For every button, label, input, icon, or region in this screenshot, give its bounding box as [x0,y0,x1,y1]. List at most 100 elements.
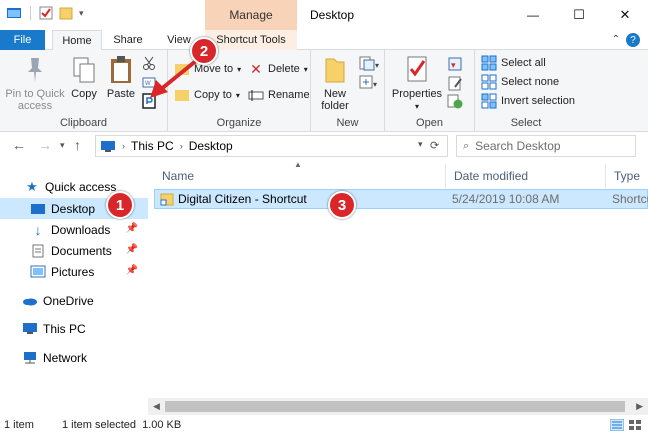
this-pc-icon [101,140,115,152]
close-button[interactable]: ✕ [602,0,648,30]
scrollbar-thumb[interactable] [165,401,625,412]
tab-file[interactable]: File [0,30,45,50]
file-list: ▲ Name Date modified Type Digital Citize… [148,160,648,398]
large-icons-view-icon[interactable] [628,419,642,431]
rename-label: Rename [268,89,310,101]
back-arrow-icon[interactable]: ← [12,137,26,153]
tab-share[interactable]: Share [104,30,152,50]
pin-to-quick-access-button[interactable]: Pin to Quick access [4,54,66,112]
select-none-label: Select none [501,76,560,88]
invert-selection-button[interactable]: Invert selection [481,92,575,110]
svg-text:▾: ▾ [373,80,377,89]
tab-home[interactable]: Home [52,30,102,51]
new-item-icon[interactable]: ▾ [359,56,379,72]
select-none-button[interactable]: Select none [481,73,559,91]
qat-dropdown-icon[interactable]: ▾ [79,8,84,19]
pictures-icon [30,265,46,278]
copy-icon [73,57,95,83]
copy-button[interactable]: Copy [68,54,100,100]
invert-selection-label: Invert selection [501,95,575,107]
select-none-icon [481,74,497,90]
details-view-icon[interactable] [610,419,624,431]
select-all-label: Select all [501,57,546,69]
new-folder-button[interactable]: New folder [315,54,355,112]
new-group-label: New [336,117,359,129]
nav-documents-label: Documents [51,243,112,258]
rename-icon [248,90,264,101]
delete-label: Delete [268,63,300,75]
star-icon: ★ [26,178,38,194]
nav-pictures[interactable]: Pictures 📌 [0,261,148,282]
organize-group-label: Organize [216,117,262,129]
easy-access-icon[interactable]: ▾ [359,75,379,91]
minimize-button[interactable]: — [510,0,556,30]
address-dropdown-icon[interactable]: ▾ [418,139,423,150]
up-arrow-icon[interactable]: ↑ [74,137,81,153]
tab-shortcut-tools[interactable]: Shortcut Tools [205,30,297,50]
svg-text:▾: ▾ [451,60,456,70]
desktop-icon [31,203,45,214]
help-icon[interactable]: ? [626,33,640,47]
column-header-name[interactable]: Name [154,164,446,188]
nav-onedrive[interactable]: OneDrive [0,290,148,311]
delete-button[interactable]: ✕ Delete ▾ [248,60,308,78]
horizontal-scrollbar[interactable]: ◀ ▶ [148,398,648,415]
history-icon[interactable] [447,93,463,109]
open-group: Properties ▾ ▾ Open [385,50,475,132]
properties-icon[interactable] [39,6,53,20]
refresh-icon[interactable]: ⟳ [430,139,439,152]
shortcut-folder-icon [160,193,174,206]
maximize-button[interactable]: ☐ [556,0,602,30]
pin-label-1: Pin to Quick [5,88,65,100]
chevron-right-icon[interactable]: › [122,141,125,151]
rename-button[interactable]: Rename [248,86,310,104]
status-selection: 1 item selected 1.00 KB [62,419,182,431]
nav-desktop-label: Desktop [51,201,96,216]
properties-button[interactable]: Properties ▾ [389,54,445,113]
ribbon: Pin to Quick access Copy Paste W Clipboa… [0,50,648,132]
column-header-type[interactable]: Type [606,164,648,188]
column-header-date[interactable]: Date modified [446,164,606,188]
properties-icon [407,56,427,82]
breadcrumb-desktop[interactable]: Desktop [189,139,233,153]
scroll-left-icon[interactable]: ◀ [153,401,160,412]
nav-network[interactable]: Network [0,347,148,368]
nav-this-pc[interactable]: This PC [0,318,148,339]
open-icon[interactable]: ▾ [447,56,463,72]
pin-icon[interactable]: 📌 [126,244,138,255]
divider [30,6,31,20]
nav-downloads[interactable]: ↓ Downloads 📌 [0,219,148,240]
select-all-button[interactable]: Select all [481,54,546,72]
pin-icon[interactable]: 📌 [126,265,138,276]
nav-onedrive-label: OneDrive [43,293,94,308]
nav-this-pc-label: This PC [43,321,86,336]
nav-network-label: Network [43,350,88,365]
manage-context-tab[interactable]: Manage [205,0,297,30]
search-input[interactable]: ⌕ Search Desktop [456,135,636,157]
new-folder-icon[interactable] [59,6,73,20]
scroll-right-icon[interactable]: ▶ [636,401,643,412]
explorer-icon[interactable] [6,6,22,20]
collapse-ribbon-icon[interactable]: ⌃ [612,34,620,45]
copy-label: Copy [71,88,97,100]
edit-icon[interactable] [447,75,463,91]
paste-button[interactable]: Paste [104,54,138,100]
address-bar[interactable]: › This PC › Desktop [95,135,448,157]
clipboard-group-label: Clipboard [59,117,108,129]
pin-icon[interactable]: 📌 [126,223,138,234]
pin-label-2: access [17,100,53,112]
recent-locations-icon[interactable]: ▾ [60,140,65,151]
chevron-right-icon[interactable]: › [180,141,183,151]
breadcrumb-this-pc[interactable]: This PC [131,139,174,153]
new-group: New folder ▾ ▾ New [311,50,385,132]
title-bar: ▾ Manage Desktop — ☐ ✕ [0,0,648,30]
new-folder-label-2: folder [321,100,349,112]
search-icon: ⌕ [463,139,470,152]
forward-arrow-icon[interactable]: → [38,137,52,153]
file-type: Shortcut [612,192,648,206]
select-group-label: Select [510,117,542,129]
table-row[interactable]: Digital Citizen - Shortcut 5/24/2019 10:… [154,189,648,209]
ribbon-tabs: File Home Share View Shortcut Tools ⌃ ? [0,30,648,51]
nav-documents[interactable]: Documents 📌 [0,240,148,261]
delete-icon: ✕ [250,60,262,77]
